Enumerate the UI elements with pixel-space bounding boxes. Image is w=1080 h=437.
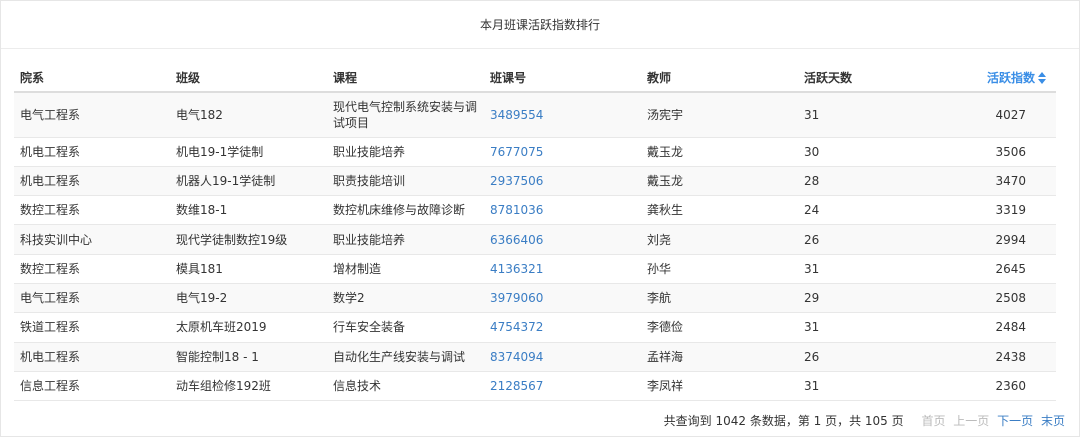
cell-class: 机器人19-1学徒制: [170, 166, 327, 197]
cell-class-id[interactable]: 8781036: [484, 195, 641, 226]
table-header-row: 院系 班级 课程 班课号 教师 活跃天数 活跃指数: [14, 63, 1056, 93]
cell-class-id[interactable]: 6366406: [484, 224, 641, 255]
cell-course: 职责技能培训: [327, 166, 484, 197]
cell-activity-index: 2645: [928, 254, 1056, 284]
cell-teacher: 李德俭: [641, 312, 798, 343]
cell-class-id[interactable]: 2128567: [484, 371, 641, 402]
cell-class-id[interactable]: 2937506: [484, 166, 641, 197]
cell-class-id[interactable]: 3979060: [484, 283, 641, 314]
table-row: 铁道工程系 太原机车班2019 行车安全装备 4754372 李德俭 31 2484: [14, 312, 1056, 343]
cell-course: 增材制造: [327, 254, 484, 284]
cell-department: 机电工程系: [14, 137, 170, 167]
cell-active-days: 31: [798, 371, 928, 402]
cell-class-id[interactable]: 3489554: [484, 92, 641, 138]
cell-teacher: 孟祥海: [641, 342, 798, 372]
cell-department: 机电工程系: [14, 342, 170, 372]
cell-class: 动车组检修192班: [170, 371, 327, 402]
cell-department: 数控工程系: [14, 195, 170, 226]
cell-class-id[interactable]: 7677075: [484, 137, 641, 167]
cell-teacher: 龚秋生: [641, 195, 798, 226]
cell-class: 电气182: [170, 92, 327, 138]
first-page-link[interactable]: 首页: [921, 414, 945, 428]
cell-department: 科技实训中心: [14, 224, 170, 255]
cell-active-days: 24: [798, 195, 928, 226]
cell-department: 数控工程系: [14, 254, 170, 284]
cell-department: 信息工程系: [14, 371, 170, 402]
cell-activity-index: 3319: [928, 195, 1056, 226]
cell-active-days: 29: [798, 283, 928, 314]
table-row: 电气工程系 电气19-2 数学2 3979060 李航 29 2508: [14, 283, 1056, 314]
ranking-panel: 本月班课活跃指数排行 院系 班级 课程 班课号 教师 活跃天数 活跃指数 电气工…: [0, 0, 1080, 437]
table-row: 电气工程系 电气182 现代电气控制系统安装与调试项目 3489554 汤宪宇 31 402…: [14, 92, 1056, 138]
cell-activity-index: 2484: [928, 312, 1056, 343]
cell-department: 机电工程系: [14, 166, 170, 197]
table-row: 机电工程系 机电19-1学徒制 职业技能培养 7677075 戴玉龙 30 3506: [14, 137, 1056, 167]
cell-class-id[interactable]: 8374094: [484, 342, 641, 372]
cell-activity-index: 2438: [928, 342, 1056, 372]
cell-teacher: 李航: [641, 283, 798, 314]
cell-active-days: 30: [798, 137, 928, 167]
table-row: 科技实训中心 现代学徒制数控19级 职业技能培养 6366406 刘尧 26 2994: [14, 224, 1056, 255]
panel-title: 本月班课活跃指数排行: [1, 1, 1079, 49]
cell-activity-index: 2994: [928, 224, 1056, 255]
cell-course: 职业技能培养: [327, 137, 484, 167]
cell-active-days: 31: [798, 92, 928, 138]
table-row: 机电工程系 智能控制18 - 1 自动化生产线安装与调试 8374094 孟祥海 26 24…: [14, 342, 1056, 372]
cell-active-days: 31: [798, 312, 928, 343]
cell-activity-index: 2508: [928, 283, 1056, 314]
column-header-class-id: 班课号: [484, 63, 641, 93]
column-header-course: 课程: [327, 63, 484, 93]
cell-class: 机电19-1学徒制: [170, 137, 327, 167]
cell-course: 自动化生产线安装与调试: [327, 342, 484, 372]
table-row: 数控工程系 模具181 增材制造 4136321 孙华 31 2645: [14, 254, 1056, 284]
last-page-link[interactable]: 末页: [1041, 414, 1065, 428]
cell-active-days: 26: [798, 342, 928, 372]
cell-department: 电气工程系: [14, 92, 170, 138]
table-row: 数控工程系 数维18-1 数控机床维修与故障诊断 8781036 龚秋生 24 3319: [14, 195, 1056, 226]
table-row: 信息工程系 动车组检修192班 信息技术 2128567 李凤祥 31 2360: [14, 371, 1056, 402]
cell-class: 数维18-1: [170, 195, 327, 226]
cell-teacher: 汤宪宇: [641, 92, 798, 138]
cell-class: 现代学徒制数控19级: [170, 224, 327, 255]
column-header-department: 院系: [14, 63, 170, 93]
sort-arrows-icon[interactable]: [1038, 72, 1046, 84]
cell-department: 铁道工程系: [14, 312, 170, 343]
cell-teacher: 李凤祥: [641, 371, 798, 402]
cell-class: 太原机车班2019: [170, 312, 327, 343]
cell-department: 电气工程系: [14, 283, 170, 314]
cell-activity-index: 2360: [928, 371, 1056, 402]
column-header-teacher: 教师: [641, 63, 798, 93]
cell-course: 职业技能培养: [327, 224, 484, 255]
cell-activity-index: 3470: [928, 166, 1056, 197]
prev-page-link[interactable]: 上一页: [953, 414, 989, 428]
column-header-activity-index[interactable]: 活跃指数: [928, 63, 1056, 93]
cell-class: 智能控制18 - 1: [170, 342, 327, 372]
cell-course: 现代电气控制系统安装与调试项目: [327, 92, 484, 138]
cell-course: 行车安全装备: [327, 312, 484, 343]
pagination-summary: 共查询到 1042 条数据，第 1 页，共 105 页: [663, 414, 904, 428]
cell-course: 数学2: [327, 283, 484, 314]
cell-teacher: 戴玉龙: [641, 166, 798, 197]
cell-class-id[interactable]: 4754372: [484, 312, 641, 343]
cell-active-days: 28: [798, 166, 928, 197]
cell-teacher: 戴玉龙: [641, 137, 798, 167]
cell-course: 信息技术: [327, 371, 484, 402]
cell-class: 电气19-2: [170, 283, 327, 314]
cell-teacher: 孙华: [641, 254, 798, 284]
cell-teacher: 刘尧: [641, 224, 798, 255]
ranking-table: 院系 班级 课程 班课号 教师 活跃天数 活跃指数 电气工程系 电气182 现代电气…: [14, 63, 1056, 402]
cell-course: 数控机床维修与故障诊断: [327, 195, 484, 226]
cell-active-days: 31: [798, 254, 928, 284]
pagination: 共查询到 1042 条数据，第 1 页，共 105 页 首页 上一页 下一页 末…: [664, 412, 1065, 429]
cell-active-days: 26: [798, 224, 928, 255]
cell-class-id[interactable]: 4136321: [484, 254, 641, 284]
column-header-active-days: 活跃天数: [798, 63, 928, 93]
column-header-class: 班级: [170, 63, 327, 93]
sort-column-label[interactable]: 活跃指数: [987, 71, 1035, 85]
cell-class: 模具181: [170, 254, 327, 284]
cell-activity-index: 3506: [928, 137, 1056, 167]
table-row: 机电工程系 机器人19-1学徒制 职责技能培训 2937506 戴玉龙 28 3470: [14, 166, 1056, 197]
next-page-link[interactable]: 下一页: [997, 414, 1033, 428]
cell-activity-index: 4027: [928, 92, 1056, 138]
